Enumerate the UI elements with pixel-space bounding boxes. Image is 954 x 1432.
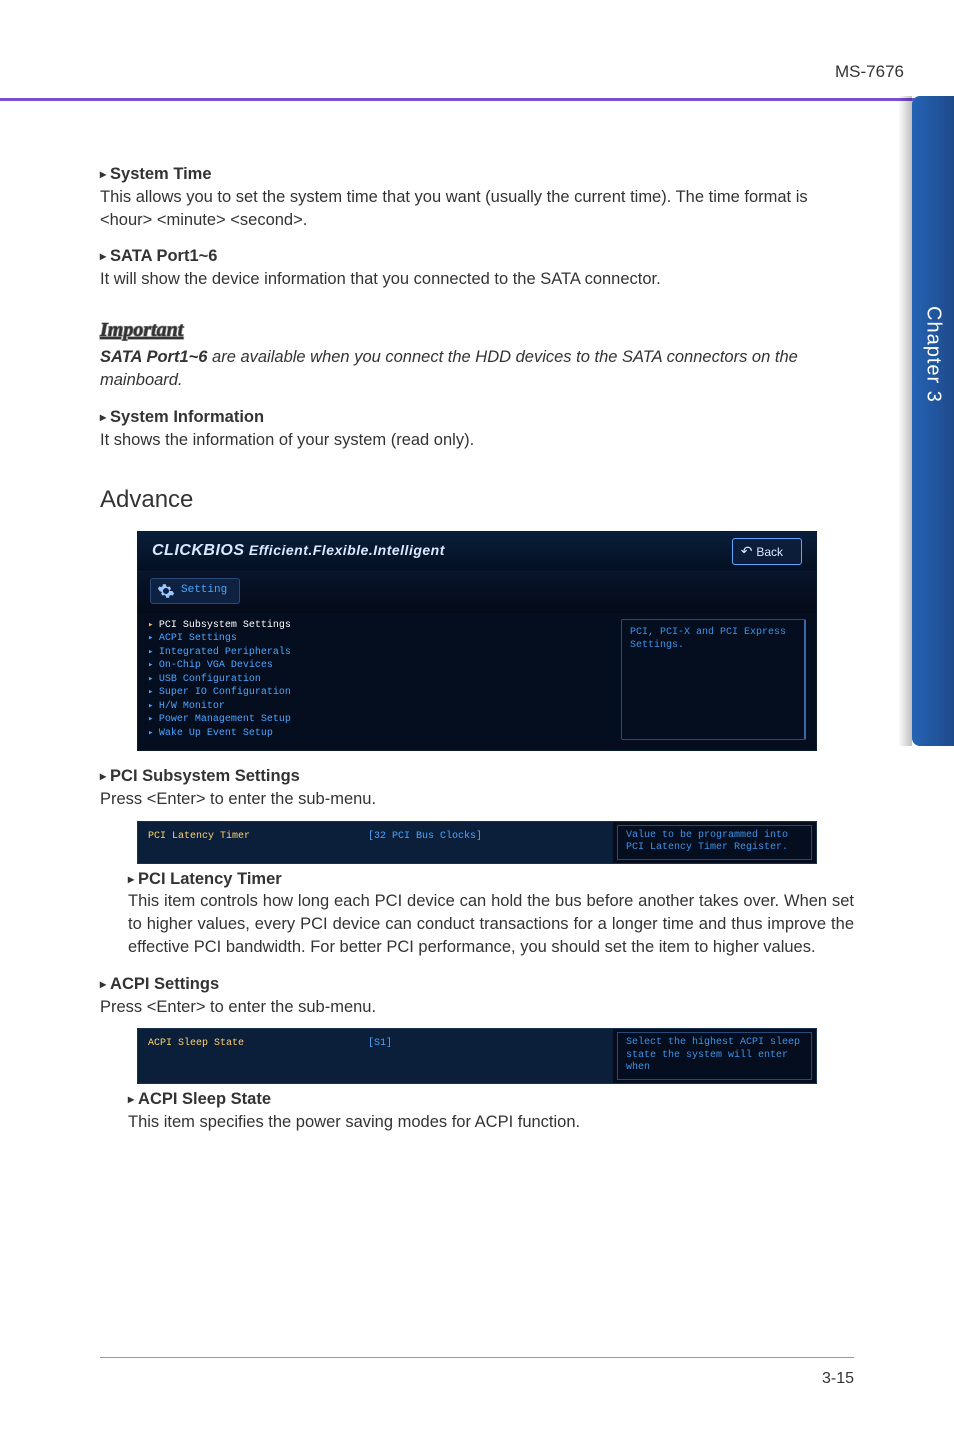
bios-titlebar: CLICKBIOS Efficient.Flexible.Intelligent… [137,531,817,572]
bios-logo-tag: Efficient.Flexible.Intelligent [245,542,445,558]
top-spacer [0,0,954,42]
section-acpisleep-title: ACPI Sleep State [128,1088,854,1111]
section-sysinfo-body: It shows the information of your system … [100,429,854,452]
bios-menu-item[interactable]: Integrated Peripherals [148,646,611,660]
bios-strip-help: Value to be programmed into PCI Latency … [617,825,812,860]
bios-logo-brand: CLICKBIOS [152,542,245,559]
bios-menu-item[interactable]: On-Chip VGA Devices [148,659,611,673]
bios-menu-item[interactable]: H/W Monitor [148,700,611,714]
section-acpi-body: Press <Enter> to enter the sub-menu. [100,996,854,1019]
bios-strip-value[interactable]: [S1] [358,1029,613,1083]
section-pcilat-title: PCI Latency Timer [128,868,854,891]
side-tab-label: Chapter 3 [922,306,945,403]
section-system-time-title: System Time [100,163,854,186]
bios-menu-item[interactable]: Wake Up Event Setup [148,727,611,741]
important-bold: SATA Port1~6 [100,348,207,366]
section-pcilat-body: This item controls how long each PCI dev… [128,890,854,958]
bios-strip-label[interactable]: ACPI Sleep State [138,1029,358,1083]
bios-menu-item[interactable]: Super IO Configuration [148,686,611,700]
content: System Time This allows you to set the s… [0,101,954,1133]
side-shadow [898,96,912,746]
bios-menu-list: PCI Subsystem Settings ACPI Settings Int… [148,619,611,741]
bios-body: PCI Subsystem Settings ACPI Settings Int… [137,613,817,752]
bios-help-panel: PCI, PCI-X and PCI Express Settings. [621,619,806,741]
bios-strip-label[interactable]: PCI Latency Timer [138,822,358,863]
bios-band: Setting [137,572,817,613]
bios-menu-item[interactable]: USB Configuration [148,673,611,687]
advance-heading: Advance [100,483,854,516]
bios-setting-chip-text: Setting [181,583,227,598]
page-number: 3-15 [822,1370,854,1388]
bios-menu-item[interactable]: ACPI Settings [148,632,611,646]
section-sata-title: SATA Port1~6 [100,245,854,268]
bios-menu-item[interactable]: Power Management Setup [148,713,611,727]
section-acpisleep-body: This item specifies the power saving mod… [128,1111,854,1134]
gear-icon [157,582,175,600]
section-pcisub-body: Press <Enter> to enter the sub-menu. [100,788,854,811]
footer-rule [100,1357,854,1358]
side-tab: Chapter 3 [912,96,954,746]
bios-strip-value[interactable]: [32 PCI Bus Clocks] [358,822,613,863]
section-sata-body: It will show the device information that… [100,268,854,291]
section-sysinfo-title: System Information [100,406,854,429]
section-acpi-title: ACPI Settings [100,973,854,996]
section-system-time-body: This allows you to set the system time t… [100,186,854,232]
doc-id: MS-7676 [835,62,904,82]
bios-strip-acpi: ACPI Sleep State [S1] Select the highest… [137,1028,817,1084]
bios-strip-help: Select the highest ACPI sleep state the … [617,1032,812,1080]
bios-strip-pci: PCI Latency Timer [32 PCI Bus Clocks] Va… [137,821,817,864]
important-label: Important [100,317,854,345]
section-pcisub-title: PCI Subsystem Settings [100,765,854,788]
bios-setting-chip[interactable]: Setting [150,578,240,604]
bios-screenshot: CLICKBIOS Efficient.Flexible.Intelligent… [137,531,817,752]
bios-back-button[interactable]: Back [732,538,802,565]
bios-menu-item[interactable]: PCI Subsystem Settings [148,619,611,633]
bios-logo: CLICKBIOS Efficient.Flexible.Intelligent [152,540,445,562]
important-body: SATA Port1~6 are available when you conn… [100,346,854,392]
header: MS-7676 [0,42,954,82]
